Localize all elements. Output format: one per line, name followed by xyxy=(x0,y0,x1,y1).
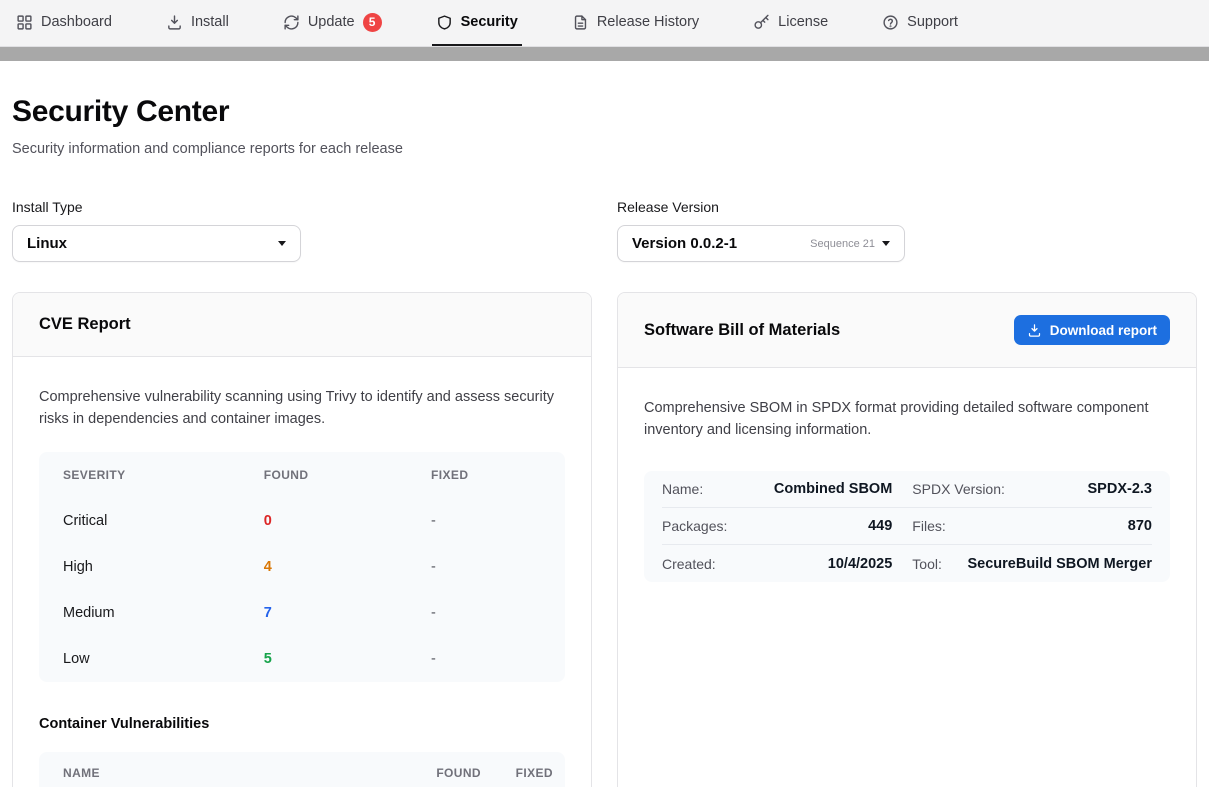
severity-label: Critical xyxy=(63,513,264,529)
fixed-count: - xyxy=(431,513,541,529)
cve-severity-table: SEVERITY FOUND FIXED Critical 0 - High 4… xyxy=(39,452,565,682)
sbom-detail-label: Packages: xyxy=(662,518,727,534)
table-row: Created: 10/4/2025 Tool: SecureBuild SBO… xyxy=(662,545,1152,582)
sbom-card-header: Software Bill of Materials Download repo… xyxy=(618,293,1196,368)
nav-label: Dashboard xyxy=(41,14,112,30)
chevron-down-icon xyxy=(882,241,890,246)
table-row: Packages: 449 Files: 870 xyxy=(662,508,1152,545)
nav-item-security[interactable]: Security xyxy=(432,0,522,46)
download-report-button[interactable]: Download report xyxy=(1014,315,1170,345)
sbom-detail-value: SecureBuild SBOM Merger xyxy=(967,556,1152,572)
fixed-count: - xyxy=(431,559,541,575)
nav-label: Security xyxy=(461,14,518,30)
sbom-card: Software Bill of Materials Download repo… xyxy=(617,292,1197,787)
horizontal-divider xyxy=(0,47,1209,61)
release-history-icon xyxy=(572,14,589,31)
install-icon xyxy=(166,14,183,31)
install-type-label: Install Type xyxy=(12,199,301,215)
container-vulnerabilities-table: NAME FOUND FIXED xyxy=(39,752,565,787)
col-fixed: FIXED xyxy=(431,468,541,482)
severity-label: Low xyxy=(63,651,264,667)
container-vulnerabilities-title: Container Vulnerabilities xyxy=(39,716,565,732)
security-icon xyxy=(436,14,453,31)
support-icon xyxy=(882,14,899,31)
sbom-card-title: Software Bill of Materials xyxy=(644,321,840,340)
sbom-detail-label: Created: xyxy=(662,556,716,572)
update-icon xyxy=(283,14,300,31)
found-count: 7 xyxy=(264,605,431,621)
table-row: High 4 - xyxy=(39,544,565,590)
sbom-details-table: Name: Combined SBOM SPDX Version: SPDX-2… xyxy=(644,471,1170,582)
sbom-detail-value: SPDX-2.3 xyxy=(1088,481,1152,497)
sbom-detail-label: SPDX Version: xyxy=(912,481,1005,497)
download-icon xyxy=(1027,323,1042,338)
found-count: 4 xyxy=(264,559,431,575)
install-type-filter: Install Type Linux xyxy=(12,199,301,262)
page-title: Security Center xyxy=(12,95,1197,129)
sequence-label: Sequence 21 xyxy=(810,238,875,250)
main-content: Security Center Security information and… xyxy=(0,95,1209,787)
col-severity: SEVERITY xyxy=(63,468,264,482)
release-version-select[interactable]: Version 0.0.2-1 Sequence 21 xyxy=(617,225,905,262)
filters-row: Install Type Linux Release Version Versi… xyxy=(12,199,1197,262)
table-row: Name: Combined SBOM SPDX Version: SPDX-2… xyxy=(662,471,1152,508)
update-count-badge: 5 xyxy=(363,13,382,32)
cve-card-title: CVE Report xyxy=(39,315,131,334)
cards-row: CVE Report Comprehensive vulnerability s… xyxy=(12,292,1197,787)
dashboard-icon xyxy=(16,14,33,31)
fixed-count: - xyxy=(431,651,541,667)
license-icon xyxy=(753,14,770,31)
sbom-detail-value: 449 xyxy=(868,518,892,534)
sbom-card-body: Comprehensive SBOM in SPDX format provid… xyxy=(618,368,1196,608)
severity-label: Medium xyxy=(63,605,264,621)
col-found: FOUND xyxy=(264,468,431,482)
download-report-label: Download report xyxy=(1050,323,1157,338)
nav-label: Update xyxy=(308,14,355,30)
sbom-detail-label: Files: xyxy=(912,518,945,534)
cve-report-card: CVE Report Comprehensive vulnerability s… xyxy=(12,292,592,787)
fixed-count: - xyxy=(431,605,541,621)
col-name: NAME xyxy=(63,766,386,780)
nav-item-support[interactable]: Support xyxy=(878,0,962,46)
release-version-label: Release Version xyxy=(617,199,905,215)
nav-item-dashboard[interactable]: Dashboard xyxy=(12,0,116,46)
top-nav: Dashboard Install Update 5 Security Rele… xyxy=(0,0,1209,47)
nav-item-release-history[interactable]: Release History xyxy=(568,0,703,46)
table-row: Critical 0 - xyxy=(39,498,565,544)
nav-label: License xyxy=(778,14,828,30)
page-subtitle: Security information and compliance repo… xyxy=(12,141,1197,157)
install-type-value: Linux xyxy=(27,235,67,252)
found-count: 5 xyxy=(264,651,431,667)
sbom-detail-label: Tool: xyxy=(912,556,942,572)
col-found: FOUND xyxy=(386,766,481,780)
sbom-detail-value: 870 xyxy=(1128,518,1152,534)
chevron-down-icon xyxy=(278,241,286,246)
cve-description: Comprehensive vulnerability scanning usi… xyxy=(39,387,565,430)
nav-label: Release History xyxy=(597,14,699,30)
found-count: 0 xyxy=(264,513,431,529)
sbom-detail-value: Combined SBOM xyxy=(774,481,892,497)
cve-card-body: Comprehensive vulnerability scanning usi… xyxy=(13,357,591,787)
nav-item-license[interactable]: License xyxy=(749,0,832,46)
nav-label: Install xyxy=(191,14,229,30)
cve-table-header: SEVERITY FOUND FIXED xyxy=(39,452,565,498)
release-version-filter: Release Version Version 0.0.2-1 Sequence… xyxy=(617,199,905,262)
cve-card-header: CVE Report xyxy=(13,293,591,357)
sbom-detail-value: 10/4/2025 xyxy=(828,556,893,572)
release-version-value: Version 0.0.2-1 xyxy=(632,235,737,252)
sbom-description: Comprehensive SBOM in SPDX format provid… xyxy=(644,398,1170,441)
install-type-select[interactable]: Linux xyxy=(12,225,301,262)
table-row: Low 5 - xyxy=(39,636,565,682)
nav-item-update[interactable]: Update 5 xyxy=(279,0,386,46)
nav-label: Support xyxy=(907,14,958,30)
table-row: Medium 7 - xyxy=(39,590,565,636)
nav-item-install[interactable]: Install xyxy=(162,0,233,46)
severity-label: High xyxy=(63,559,264,575)
col-fixed: FIXED xyxy=(481,766,553,780)
container-table-header: NAME FOUND FIXED xyxy=(39,752,565,787)
sbom-detail-label: Name: xyxy=(662,481,703,497)
